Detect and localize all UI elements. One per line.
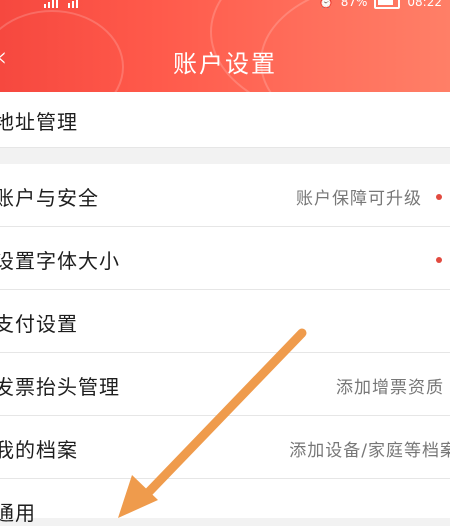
arrow-shaft <box>139 328 307 502</box>
annotation-arrow <box>118 328 307 518</box>
arrow-head-icon <box>118 475 158 518</box>
